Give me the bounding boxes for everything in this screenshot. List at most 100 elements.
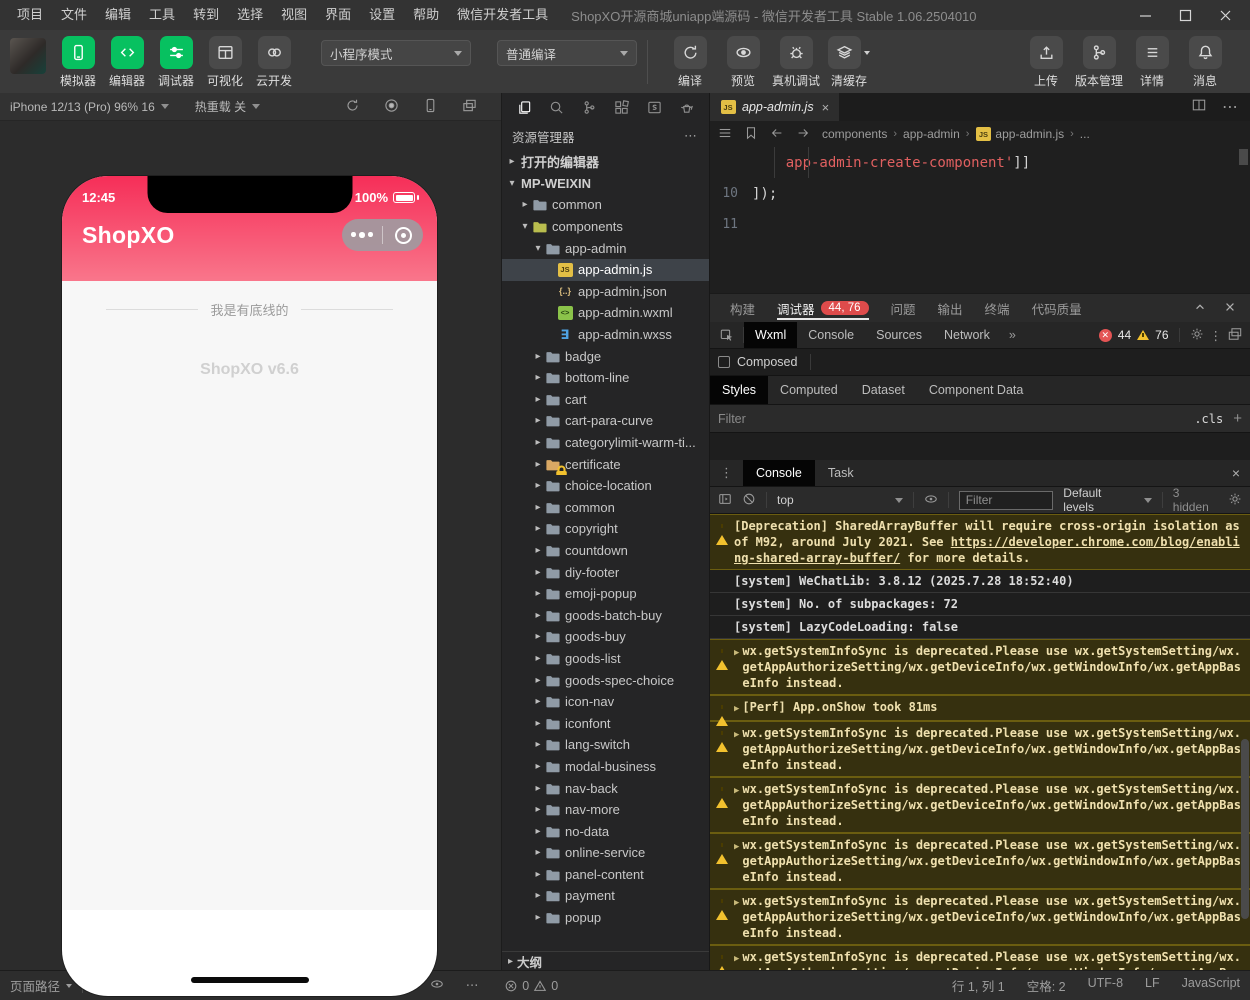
- device-icon[interactable]: [423, 98, 438, 116]
- console-settings-icon[interactable]: [1228, 492, 1242, 509]
- expand-arrow-icon[interactable]: ▶: [734, 701, 739, 717]
- tree-folder-goods-spec-choice[interactable]: ▸ goods-spec-choice: [502, 669, 709, 691]
- tree-folder-popup[interactable]: ▸ popup: [502, 907, 709, 929]
- tree-folder-cart-para-curve[interactable]: ▸ cart-para-curve: [502, 410, 709, 432]
- menu-item-6[interactable]: 视图: [272, 0, 316, 30]
- tree-folder-certificate[interactable]: ▸ certificate: [502, 453, 709, 475]
- warning-count[interactable]: 76: [1155, 328, 1168, 342]
- tree-folder-nav-more[interactable]: ▸ nav-more: [502, 799, 709, 821]
- expand-arrow-icon[interactable]: ▶: [734, 727, 739, 773]
- tree-section-[interactable]: ▸ 打开的编辑器: [502, 151, 709, 173]
- debug-tab-1[interactable]: 调试器 44, 76: [767, 294, 879, 322]
- statusbar-seg-2[interactable]: UTF-8: [1088, 976, 1123, 995]
- kebab-menu-icon[interactable]: ⋮: [710, 465, 743, 481]
- menu-item-8[interactable]: 设置: [360, 0, 404, 30]
- compile-select[interactable]: 普通编译: [497, 40, 637, 66]
- outline-list-icon[interactable]: [718, 126, 732, 143]
- styles-tab-styles[interactable]: Styles: [710, 376, 769, 404]
- statusbar-seg-3[interactable]: LF: [1145, 976, 1160, 995]
- swindow-icon[interactable]: [638, 100, 671, 115]
- tree-folder-categorylimit-warm-ti[interactable]: ▸ categorylimit-warm-ti...: [502, 432, 709, 454]
- search-icon[interactable]: [541, 100, 574, 115]
- files-icon[interactable]: [508, 100, 541, 115]
- console-filter-input[interactable]: [965, 493, 1047, 507]
- tree-folder-components[interactable]: ▾ components: [502, 216, 709, 238]
- more-icon[interactable]: ⋯: [1222, 97, 1238, 117]
- tree-folder-choice-location[interactable]: ▸ choice-location: [502, 475, 709, 497]
- collapse-panel-icon[interactable]: [1194, 301, 1206, 316]
- context-select[interactable]: top: [777, 493, 903, 507]
- console-tab-task[interactable]: Task: [815, 460, 867, 486]
- split-editor-icon[interactable]: [1192, 98, 1206, 117]
- tree-folder-badge[interactable]: ▸ badge: [502, 345, 709, 367]
- tree-folder-goods-batch-buy[interactable]: ▸ goods-batch-buy: [502, 604, 709, 626]
- toolbar-button-cloud[interactable]: 云开发: [250, 36, 298, 89]
- avatar[interactable]: [10, 38, 46, 74]
- tree-folder-no-data[interactable]: ▸ no-data: [502, 820, 709, 842]
- menu-item-7[interactable]: 界面: [316, 0, 360, 30]
- statusbar-seg-4[interactable]: JavaScript: [1182, 976, 1240, 995]
- cls-toggle[interactable]: .cls: [1194, 412, 1223, 426]
- composed-checkbox[interactable]: [718, 356, 730, 368]
- grid-icon[interactable]: [606, 99, 639, 115]
- tree-folder-goods-buy[interactable]: ▸ goods-buy: [502, 626, 709, 648]
- toolbar-button-bell[interactable]: 消息: [1179, 36, 1231, 89]
- settings-gear-icon[interactable]: [1190, 327, 1204, 344]
- log-levels-select[interactable]: Default levels: [1063, 486, 1152, 514]
- clear-console-icon[interactable]: [742, 492, 756, 509]
- breadcrumb-item-2[interactable]: app-admin.js: [995, 127, 1064, 141]
- record-icon[interactable]: [384, 98, 399, 116]
- tree-folder-common[interactable]: ▸ common: [502, 194, 709, 216]
- expand-arrow-icon[interactable]: ▶: [734, 783, 739, 829]
- toolbar-button-lines[interactable]: 详情: [1126, 36, 1178, 89]
- menu-item-3[interactable]: 工具: [140, 0, 184, 30]
- more-icon[interactable]: ⋯: [684, 128, 699, 144]
- styles-filter-input[interactable]: [718, 411, 1185, 426]
- menu-item-10[interactable]: 微信开发者工具: [448, 0, 557, 30]
- tree-file-app-adminwxss[interactable]: ∃ app-admin.wxss: [502, 324, 709, 346]
- hidden-count[interactable]: 3 hidden: [1173, 486, 1218, 514]
- debug-tab-0[interactable]: 构建: [720, 294, 765, 322]
- tree-file-app-adminwxml[interactable]: <> app-admin.wxml: [502, 302, 709, 324]
- console-sidebar-icon[interactable]: [718, 492, 732, 509]
- tree-folder-modal-business[interactable]: ▸ modal-business: [502, 756, 709, 778]
- expand-arrow-icon[interactable]: ▶: [734, 951, 739, 970]
- tree-folder-nav-back[interactable]: ▸ nav-back: [502, 777, 709, 799]
- menu-item-4[interactable]: 转到: [184, 0, 228, 30]
- expand-arrow-icon[interactable]: ▶: [734, 839, 739, 885]
- live-expression-eye-icon[interactable]: [924, 492, 938, 509]
- tree-folder-copyright[interactable]: ▸ copyright: [502, 518, 709, 540]
- expand-arrow-icon[interactable]: ▶: [734, 645, 739, 691]
- toolbar-button-branch[interactable]: 版本管理: [1073, 36, 1125, 89]
- toolbar-button-layout[interactable]: 可视化: [201, 36, 249, 89]
- styles-tab-dataset[interactable]: Dataset: [850, 376, 917, 404]
- more-tabs-icon[interactable]: »: [1001, 328, 1024, 342]
- close-icon[interactable]: ×: [1232, 465, 1250, 481]
- code-editor[interactable]: app-admin-create-component']] 10]); 11: [710, 147, 1250, 293]
- bookmark-icon[interactable]: [744, 126, 758, 143]
- toolbar-button-code[interactable]: 编辑器: [103, 36, 151, 89]
- tree-folder-iconfont[interactable]: ▸ iconfont: [502, 712, 709, 734]
- mode-select[interactable]: 小程序模式: [321, 40, 471, 66]
- styles-tab-computed[interactable]: Computed: [768, 376, 850, 404]
- tree-folder-common[interactable]: ▸ common: [502, 497, 709, 519]
- more-icon[interactable]: ⋯: [466, 977, 479, 994]
- debug-tab-5[interactable]: 代码质量: [1022, 294, 1092, 322]
- devtools-tab-sources[interactable]: Sources: [865, 322, 933, 348]
- page-path-select[interactable]: 页面路径: [10, 976, 73, 995]
- error-count[interactable]: 44: [1118, 328, 1131, 342]
- menu-item-1[interactable]: 文件: [52, 0, 96, 30]
- tree-folder-panel-content[interactable]: ▸ panel-content: [502, 864, 709, 886]
- console-scrollbar[interactable]: [1241, 739, 1249, 919]
- back-arrow-icon[interactable]: [770, 126, 784, 143]
- editor-tab[interactable]: JS app-admin.js ×: [710, 93, 840, 121]
- menu-item-9[interactable]: 帮助: [404, 0, 448, 30]
- maximize-icon[interactable]: [1172, 4, 1198, 26]
- editor-scrollbar[interactable]: [1239, 149, 1248, 165]
- tree-folder-goods-list[interactable]: ▸ goods-list: [502, 648, 709, 670]
- toolbar-button-layers[interactable]: 清缓存: [823, 36, 875, 89]
- styles-tab-component-data[interactable]: Component Data: [917, 376, 1036, 404]
- toolbar-button-bug[interactable]: 真机调试: [770, 36, 822, 89]
- debug-tab-2[interactable]: 问题: [881, 294, 926, 322]
- tree-folder-lang-switch[interactable]: ▸ lang-switch: [502, 734, 709, 756]
